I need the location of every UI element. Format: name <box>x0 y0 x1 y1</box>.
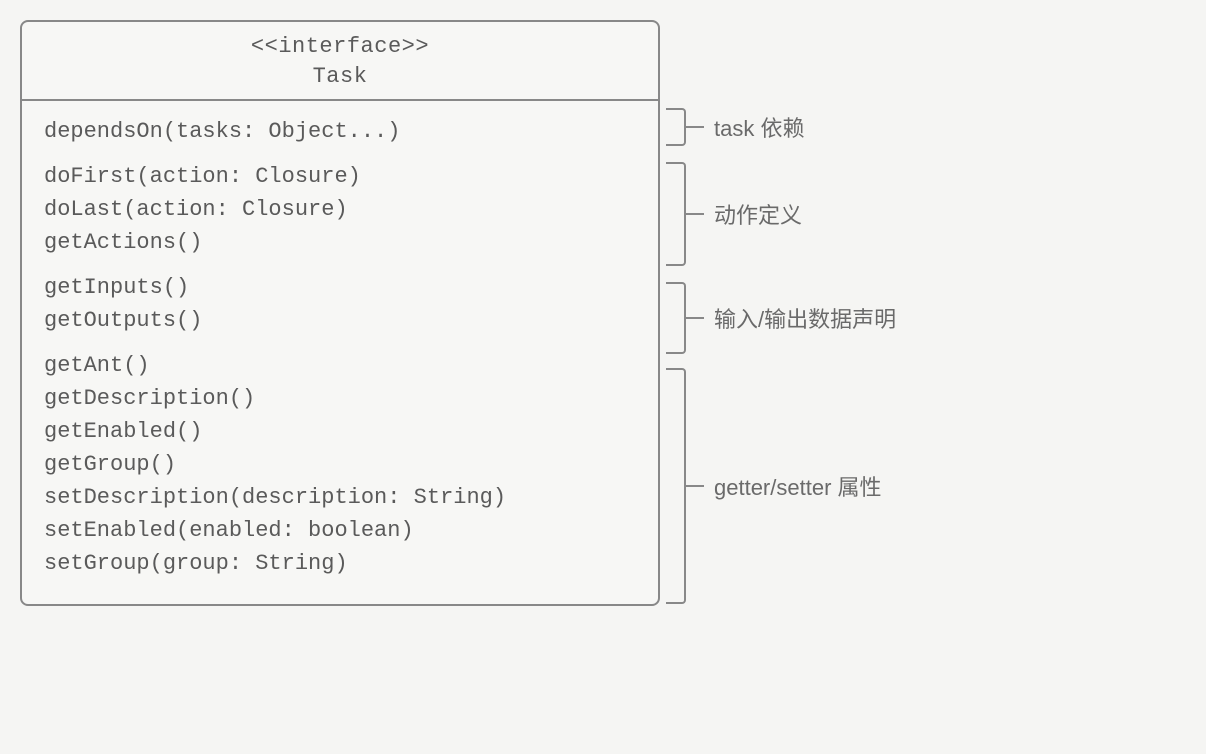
annotation-column: task 依赖 动作定义 输入/输出数据声明 getter/setter 属性 <box>660 20 896 604</box>
method: getInputs() <box>44 271 636 304</box>
annotation-label: 输入/输出数据声明 <box>704 302 896 334</box>
method: setGroup(group: String) <box>44 547 636 580</box>
annotation-row-io: 输入/输出数据声明 <box>660 282 896 354</box>
method: getEnabled() <box>44 415 636 448</box>
bracket-icon <box>666 108 686 146</box>
stereotype-label: <<interface>> <box>22 32 658 62</box>
method: doLast(action: Closure) <box>44 193 636 226</box>
annotation-label: task 依赖 <box>704 111 804 143</box>
uml-body: dependsOn(tasks: Object...) doFirst(acti… <box>22 101 658 604</box>
method: doFirst(action: Closure) <box>44 160 636 193</box>
bracket-icon <box>666 282 686 354</box>
annotation-label: getter/setter 属性 <box>704 470 882 502</box>
annotation-label: 动作定义 <box>704 198 802 230</box>
method: getAnt() <box>44 349 636 382</box>
method: getDescription() <box>44 382 636 415</box>
uml-interface-box: <<interface>> Task dependsOn(tasks: Obje… <box>20 20 660 606</box>
method-group-getset: getAnt() getDescription() getEnabled() g… <box>44 343 636 586</box>
annotation-row-depends: task 依赖 <box>660 108 896 146</box>
method: getGroup() <box>44 448 636 481</box>
diagram-stage: <<interface>> Task dependsOn(tasks: Obje… <box>20 20 1186 606</box>
annotation-row-actions: 动作定义 <box>660 162 896 266</box>
annotation-row-getset: getter/setter 属性 <box>660 368 896 604</box>
method: dependsOn(tasks: Object...) <box>44 115 636 148</box>
dash-icon <box>686 485 704 487</box>
method: getActions() <box>44 226 636 259</box>
dash-icon <box>686 126 704 128</box>
bracket-icon <box>666 162 686 266</box>
method: setDescription(description: String) <box>44 481 636 514</box>
bracket-icon <box>666 368 686 604</box>
method-group-depends: dependsOn(tasks: Object...) <box>44 109 636 154</box>
dash-icon <box>686 317 704 319</box>
method-group-io: getInputs() getOutputs() <box>44 265 636 343</box>
method: setEnabled(enabled: boolean) <box>44 514 636 547</box>
method-group-actions: doFirst(action: Closure) doLast(action: … <box>44 154 636 265</box>
uml-header: <<interface>> Task <box>22 22 658 101</box>
interface-name: Task <box>22 62 658 92</box>
method: getOutputs() <box>44 304 636 337</box>
dash-icon <box>686 213 704 215</box>
